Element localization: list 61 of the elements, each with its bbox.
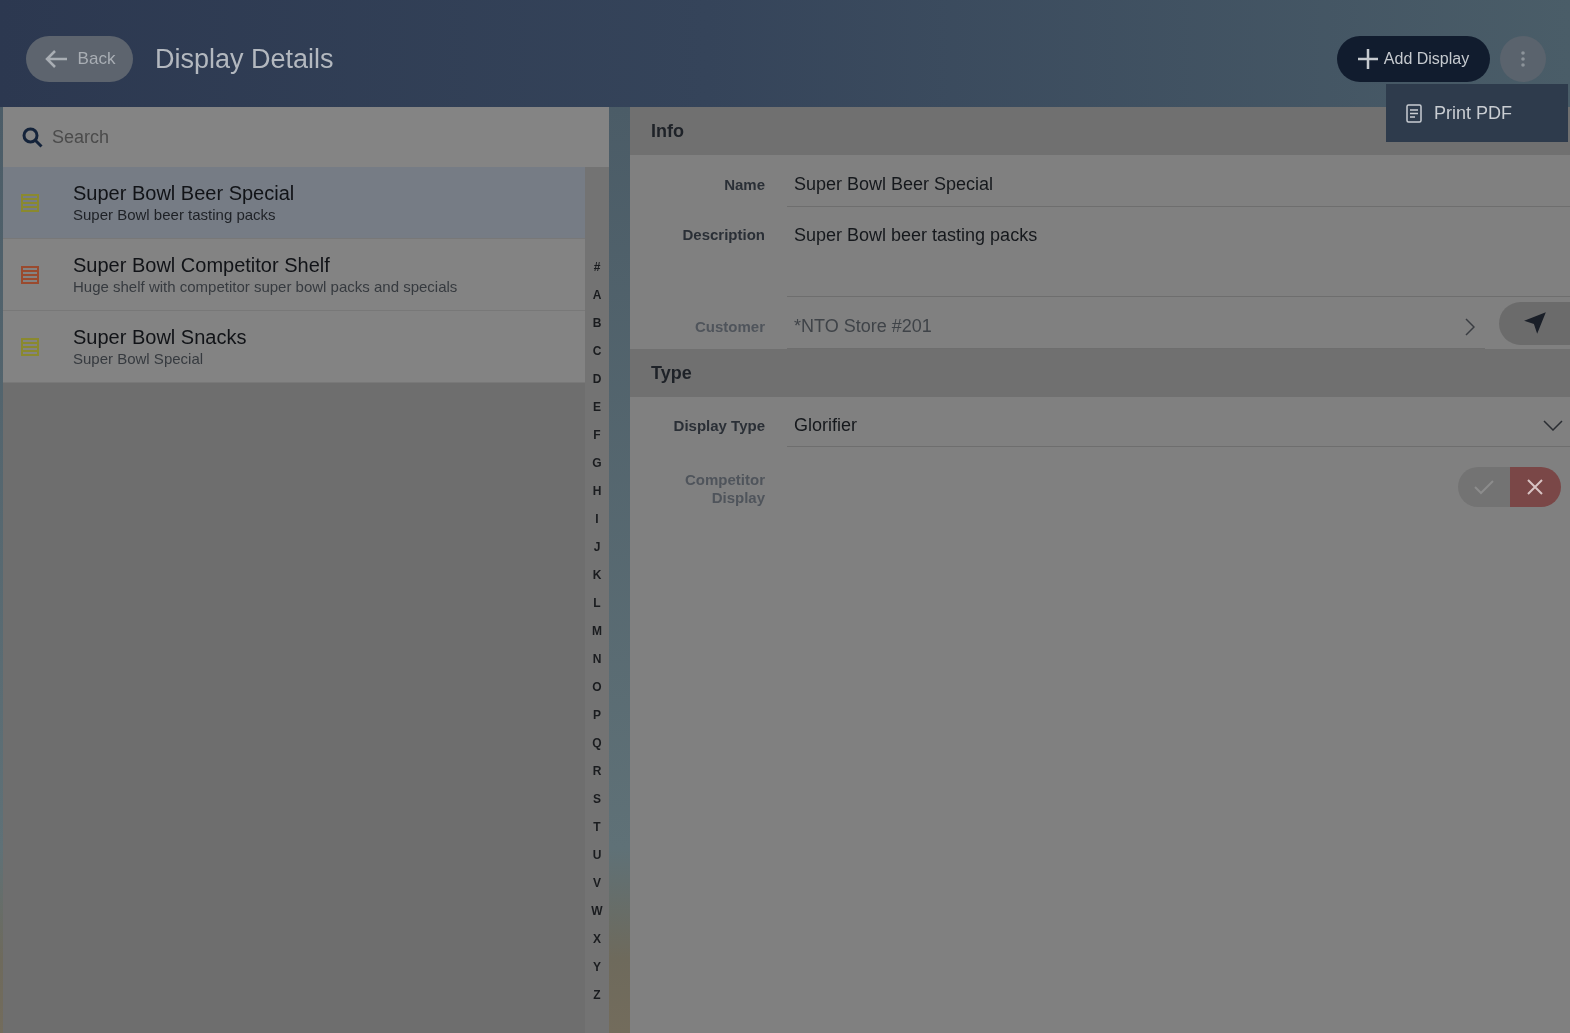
index-letter[interactable]: H — [592, 477, 602, 505]
index-letter[interactable]: T — [593, 813, 601, 841]
field-label: Name — [724, 176, 765, 194]
index-letter[interactable]: B — [592, 309, 602, 337]
search-icon — [22, 127, 43, 148]
display-list-item[interactable]: Super Bowl Beer Special Super Bowl beer tasting packs — [3, 167, 585, 239]
navigate-button[interactable] — [1499, 301, 1570, 345]
index-letter[interactable]: X — [593, 925, 601, 953]
index-letter[interactable]: N — [592, 645, 602, 673]
display-description: Super Bowl beer tasting packs — [73, 205, 277, 224]
index-letter[interactable]: R — [592, 757, 602, 785]
index-letter[interactable]: A — [592, 281, 602, 309]
name-field[interactable]: Super Bowl Beer Special — [787, 155, 1570, 207]
more-button[interactable] — [1500, 36, 1546, 82]
index-letter[interactable]: Q — [592, 729, 602, 757]
index-letter[interactable]: # — [593, 253, 601, 281]
display-description: Super Bowl Special — [73, 349, 205, 368]
index-letter[interactable]: C — [592, 337, 602, 365]
index-letter[interactable]: S — [593, 785, 601, 813]
index-letter[interactable]: D — [592, 365, 602, 393]
back-button[interactable]: Back — [26, 36, 133, 82]
description-field[interactable]: Super Bowl beer tasting packs — [787, 224, 1570, 297]
more-vertical-icon — [1521, 51, 1525, 67]
display-list-item[interactable]: Super Bowl Snacks Super Bowl Special — [3, 311, 585, 383]
field-label: Display Type — [673, 417, 765, 435]
check-icon — [1473, 479, 1494, 495]
index-letter[interactable]: L — [593, 589, 601, 617]
display-description: Huge shelf with competitor super bowl packs and specials — [73, 277, 458, 296]
display-name: Super Bowl Beer Special — [73, 181, 295, 205]
display-type-select[interactable]: Glorifier — [787, 397, 1570, 447]
search-field[interactable]: Search — [3, 107, 609, 167]
add-display-button[interactable]: Add Display — [1337, 36, 1490, 82]
document-icon — [1406, 103, 1422, 123]
plus-icon — [1357, 49, 1378, 69]
menu-item[interactable]: Print PDF — [1386, 84, 1568, 142]
chevron-right-icon — [1465, 317, 1475, 336]
index-letter[interactable]: I — [595, 505, 599, 533]
index-letter[interactable]: E — [593, 393, 601, 421]
navigation-arrow-icon — [1522, 310, 1548, 336]
section-header: Type — [630, 349, 1570, 397]
display-name: Super Bowl Snacks — [73, 325, 247, 349]
page-title: Display Details — [155, 43, 334, 75]
index-letter[interactable]: V — [593, 869, 601, 897]
index-letter[interactable]: M — [592, 617, 602, 645]
chevron-down-icon — [1543, 420, 1563, 431]
index-letter[interactable]: U — [592, 841, 602, 869]
index-letter[interactable]: G — [592, 449, 602, 477]
close-icon — [1527, 479, 1544, 495]
index-letter[interactable]: Z — [593, 981, 601, 1009]
display-list-item[interactable]: Super Bowl Competitor Shelf Huge shelf with competitor super bowl packs and specials — [3, 239, 585, 311]
index-letter[interactable]: K — [592, 561, 602, 589]
index-letter[interactable]: W — [591, 897, 603, 925]
yes-no-toggle[interactable] — [1458, 467, 1561, 507]
arrow-left-icon — [43, 49, 68, 69]
display-name: Super Bowl Competitor Shelf — [73, 253, 331, 277]
index-letter[interactable]: J — [593, 533, 601, 561]
index-letter[interactable]: F — [593, 421, 601, 449]
index-letter[interactable]: O — [592, 673, 602, 701]
index-letter[interactable]: P — [593, 701, 601, 729]
field-label: Description — [682, 226, 765, 245]
index-letter[interactable]: Y — [593, 953, 601, 981]
